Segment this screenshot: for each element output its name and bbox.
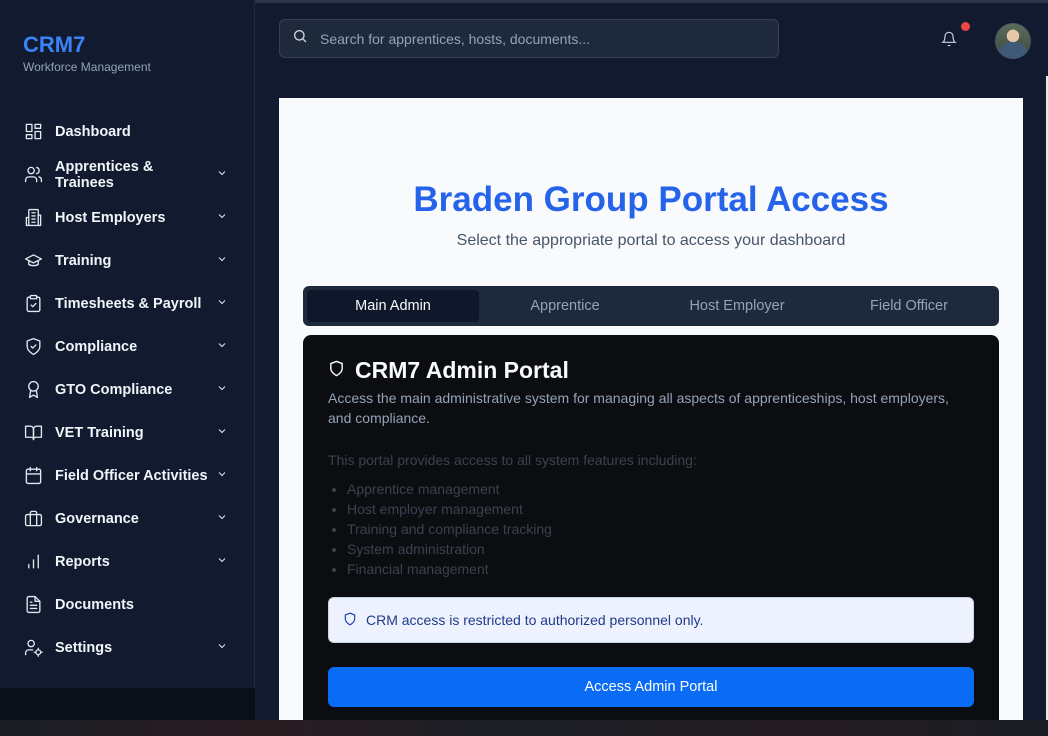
sidebar-item-settings[interactable]: Settings bbox=[0, 626, 254, 669]
portal-header: CRM7 Admin Portal bbox=[328, 357, 569, 384]
chevron-down-icon bbox=[216, 639, 228, 657]
portal-intro: This portal provides access to all syste… bbox=[328, 452, 697, 468]
portal-access-card: Braden Group Portal Access Select the ap… bbox=[279, 98, 1023, 720]
portal-title: CRM7 Admin Portal bbox=[355, 357, 569, 383]
notifications-button[interactable] bbox=[941, 22, 970, 51]
sidebar-item-label: Field Officer Activities bbox=[55, 467, 208, 484]
sidebar-item-label: VET Training bbox=[55, 424, 144, 441]
list-item: Training and compliance tracking bbox=[347, 519, 552, 539]
search-input[interactable] bbox=[320, 30, 760, 47]
notice-text: CRM access is restricted to authorized p… bbox=[366, 612, 704, 628]
tab-apprentice[interactable]: Apprentice bbox=[479, 290, 651, 322]
file-text-icon bbox=[23, 595, 43, 615]
sidebar-item-label: Compliance bbox=[55, 338, 138, 355]
sidebar-item-vet-training[interactable]: VET Training bbox=[0, 411, 254, 454]
shield-icon bbox=[343, 612, 366, 629]
chevron-down-icon bbox=[216, 424, 228, 442]
notification-badge bbox=[961, 22, 970, 31]
user-cog-icon bbox=[23, 638, 43, 658]
shield-icon bbox=[328, 360, 355, 382]
top-bar bbox=[255, 0, 1048, 76]
sidebar-item-timesheets[interactable]: Timesheets & Payroll bbox=[0, 282, 254, 325]
sidebar-item-governance[interactable]: Governance bbox=[0, 497, 254, 540]
sidebar-item-field-officer[interactable]: Field Officer Activities bbox=[0, 454, 254, 497]
sidebar-item-compliance[interactable]: Compliance bbox=[0, 325, 254, 368]
sidebar-item-label: Dashboard bbox=[55, 123, 131, 140]
chevron-down-icon bbox=[216, 467, 228, 485]
shield-check-icon bbox=[23, 337, 43, 357]
page-subtitle: Select the appropriate portal to access … bbox=[456, 232, 846, 249]
chevron-down-icon bbox=[216, 209, 228, 227]
calendar-icon bbox=[23, 466, 43, 486]
desktop-background-strip bbox=[0, 720, 1048, 736]
bar-chart-icon bbox=[23, 552, 43, 572]
avatar[interactable] bbox=[995, 23, 1031, 59]
list-item: Apprentice management bbox=[347, 479, 552, 499]
chevron-down-icon bbox=[216, 252, 228, 270]
chevron-down-icon bbox=[216, 338, 228, 356]
brand[interactable]: CRM7 Workforce Management bbox=[23, 32, 151, 74]
sidebar-item-label: Apprentices & Trainees bbox=[55, 158, 154, 191]
sidebar-item-label: Documents bbox=[55, 596, 134, 613]
sidebar-item-label: Settings bbox=[55, 639, 113, 656]
sidebar-item-gto-compliance[interactable]: GTO Compliance bbox=[0, 368, 254, 411]
sidebar-item-dashboard[interactable]: Dashboard bbox=[0, 110, 254, 153]
briefcase-icon bbox=[23, 509, 43, 529]
sidebar-item-host-employers[interactable]: Host Employers bbox=[0, 196, 254, 239]
tab-main-admin[interactable]: Main Admin bbox=[307, 290, 479, 322]
chevron-down-icon bbox=[216, 295, 228, 313]
list-item: Host employer management bbox=[347, 499, 552, 519]
page-title: Braden Group Portal Access bbox=[413, 180, 889, 219]
chevron-down-icon bbox=[216, 381, 228, 399]
clipboard-check-icon bbox=[23, 294, 43, 314]
book-open-icon bbox=[23, 423, 43, 443]
chevron-down-icon bbox=[216, 510, 228, 528]
admin-portal-panel: CRM7 Admin Portal Access the main admini… bbox=[303, 335, 999, 720]
tab-host-employer[interactable]: Host Employer bbox=[651, 290, 823, 322]
graduation-cap-icon bbox=[23, 251, 43, 271]
sidebar-item-documents[interactable]: Documents bbox=[0, 583, 254, 626]
list-item: Financial management bbox=[347, 559, 552, 579]
sidebar-item-label: GTO Compliance bbox=[55, 381, 173, 398]
sidebar-item-label: Host Employers bbox=[55, 209, 166, 226]
tab-field-officer[interactable]: Field Officer bbox=[823, 290, 995, 322]
users-icon bbox=[23, 165, 43, 185]
sidebar-nav: Dashboard Apprentices & Trainees Host Em… bbox=[0, 110, 254, 669]
sidebar-item-label: Governance bbox=[55, 510, 139, 527]
brand-title: CRM7 bbox=[23, 32, 86, 57]
award-icon bbox=[23, 380, 43, 400]
sidebar-item-label: Reports bbox=[55, 553, 110, 570]
dashboard-icon bbox=[23, 122, 43, 142]
portal-tabs: Main Admin Apprentice Host Employer Fiel… bbox=[303, 286, 999, 326]
sidebar-footer bbox=[0, 688, 255, 720]
sidebar-item-reports[interactable]: Reports bbox=[0, 540, 254, 583]
search-bar[interactable] bbox=[279, 19, 779, 58]
sidebar-item-apprentices[interactable]: Apprentices & Trainees bbox=[0, 153, 254, 196]
feature-list: Apprentice management Host employer mana… bbox=[347, 479, 552, 579]
sidebar-item-label: Timesheets & Payroll bbox=[55, 295, 202, 312]
sidebar: CRM7 Workforce Management Dashboard Appr… bbox=[0, 0, 255, 720]
building-icon bbox=[23, 208, 43, 228]
sidebar-item-training[interactable]: Training bbox=[0, 239, 254, 282]
search-icon bbox=[292, 28, 308, 49]
brand-subtitle: Workforce Management bbox=[23, 60, 151, 74]
chevron-down-icon bbox=[216, 166, 228, 184]
chevron-down-icon bbox=[216, 553, 228, 571]
access-notice: CRM access is restricted to authorized p… bbox=[328, 597, 974, 643]
portal-description: Access the main administrative system fo… bbox=[328, 390, 949, 426]
bell-icon bbox=[941, 31, 957, 51]
sidebar-item-label: Training bbox=[55, 252, 112, 269]
list-item: System administration bbox=[347, 539, 552, 559]
access-admin-portal-button[interactable]: Access Admin Portal bbox=[328, 667, 974, 707]
